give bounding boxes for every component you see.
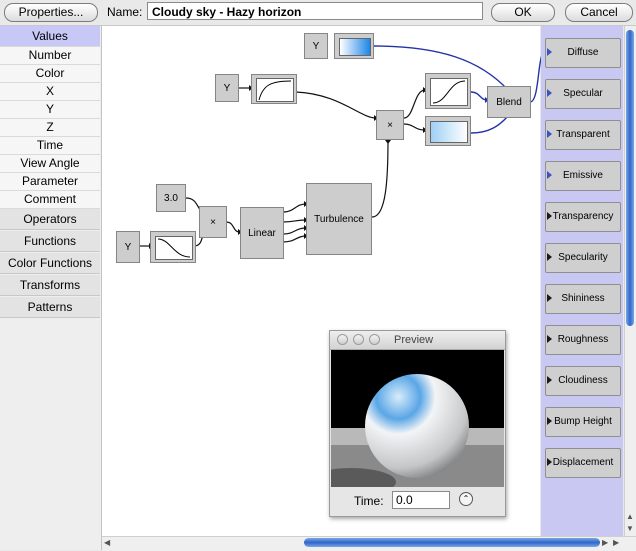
input-port-icon (547, 130, 552, 138)
input-port-icon (547, 417, 552, 425)
output-roughness[interactable]: Roughness (545, 325, 621, 355)
blend-node[interactable]: Blend (487, 86, 531, 118)
input-port-icon (547, 335, 552, 343)
y-input-node-top[interactable]: Y (304, 33, 328, 59)
input-port-icon (547, 253, 552, 261)
curve-function-node-top[interactable] (251, 74, 297, 104)
y-input-node-middle[interactable]: Y (215, 74, 239, 102)
input-port-icon (547, 89, 552, 97)
output-cloudiness[interactable]: Cloudiness (545, 366, 621, 396)
multiply-node-right[interactable]: × (376, 110, 404, 140)
minimize-window-icon[interactable] (353, 334, 364, 345)
input-port-icon (547, 171, 552, 179)
output-label: Roughness (557, 334, 609, 345)
curve-graph-icon (157, 238, 191, 258)
node-label: 3.0 (164, 193, 178, 204)
input-port-icon (547, 212, 552, 220)
input-port-icon (547, 458, 552, 466)
output-label: Bump Height (554, 416, 612, 427)
output-diffuse[interactable]: Diffuse (545, 38, 621, 68)
sphere-preview-render (331, 350, 504, 487)
vertical-scroll-thumb[interactable] (626, 30, 634, 326)
output-label: Specularity (558, 252, 608, 263)
input-port-icon (547, 294, 552, 302)
output-label: Specular (563, 88, 603, 99)
curve-thumbnail (155, 236, 193, 260)
node-label: Linear (248, 228, 276, 239)
y-input-node-bottom[interactable]: Y (116, 231, 140, 263)
preview-window: Preview Time: 0.0 ⌃ (329, 330, 506, 517)
node-label: Blend (496, 97, 522, 108)
gradient-swatch (430, 121, 468, 143)
turbulence-node[interactable]: Turbulence (306, 183, 372, 255)
curve-function-node-bottom[interactable] (150, 231, 196, 263)
curve-graph-icon (258, 80, 292, 101)
curve-graph-icon (432, 80, 466, 104)
output-label: Emissive (562, 170, 603, 181)
output-emissive[interactable]: Emissive (545, 161, 621, 191)
input-port-icon (547, 376, 552, 384)
scroll-left-arrow-icon[interactable]: ◀ (104, 538, 110, 548)
scroll-up-arrow-icon[interactable]: ▲ (626, 512, 634, 522)
output-transparency[interactable]: Transparency (545, 202, 621, 232)
close-window-icon[interactable] (337, 334, 348, 345)
curve-thumbnail (256, 78, 294, 102)
number-value-node[interactable]: 3.0 (156, 184, 186, 212)
node-label: Y (312, 41, 320, 52)
gradient-swatch (339, 38, 371, 56)
horizontal-scroll-thumb[interactable] (304, 538, 600, 547)
node-label: × (387, 120, 393, 131)
node-label: × (210, 217, 216, 228)
output-label: Transparency (552, 211, 614, 222)
output-label: Displacement (552, 457, 614, 468)
output-specularity[interactable]: Specularity (545, 243, 621, 273)
curve-thumbnail (430, 78, 468, 106)
time-dial-icon[interactable]: ⌃ (459, 492, 473, 506)
time-input[interactable]: 0.0 (392, 491, 450, 509)
output-specular[interactable]: Specular (545, 79, 621, 109)
node-label: Y (124, 242, 132, 253)
node-label: Y (223, 83, 231, 94)
curve-function-node-right[interactable] (425, 73, 471, 109)
time-label: Time: (354, 494, 384, 508)
output-label: Diffuse (567, 47, 599, 58)
output-shininess[interactable]: Shininess (545, 284, 621, 314)
scroll-right-arrow-icon-2[interactable]: ▶ (613, 538, 619, 548)
input-port-icon (547, 48, 552, 56)
scroll-down-arrow-icon[interactable]: ▼ (626, 524, 634, 534)
output-transparent[interactable]: Transparent (545, 120, 621, 150)
output-bump-height[interactable]: Bump Height (545, 407, 621, 437)
preview-title: Preview (394, 334, 434, 346)
output-label: Transparent (556, 129, 610, 140)
zoom-window-icon[interactable] (369, 334, 380, 345)
color-gradient-node-right[interactable] (425, 116, 471, 146)
output-label: Shininess (561, 293, 605, 304)
scroll-right-arrow-icon[interactable]: ▶ (602, 538, 608, 548)
multiply-node-left[interactable]: × (199, 206, 227, 238)
color-gradient-node[interactable] (334, 33, 374, 59)
preview-title-bar[interactable]: Preview (330, 331, 505, 350)
output-displacement[interactable]: Displacement (545, 448, 621, 478)
output-label: Cloudiness (558, 375, 608, 386)
linear-node[interactable]: Linear (240, 207, 284, 259)
node-label: Turbulence (314, 214, 364, 225)
